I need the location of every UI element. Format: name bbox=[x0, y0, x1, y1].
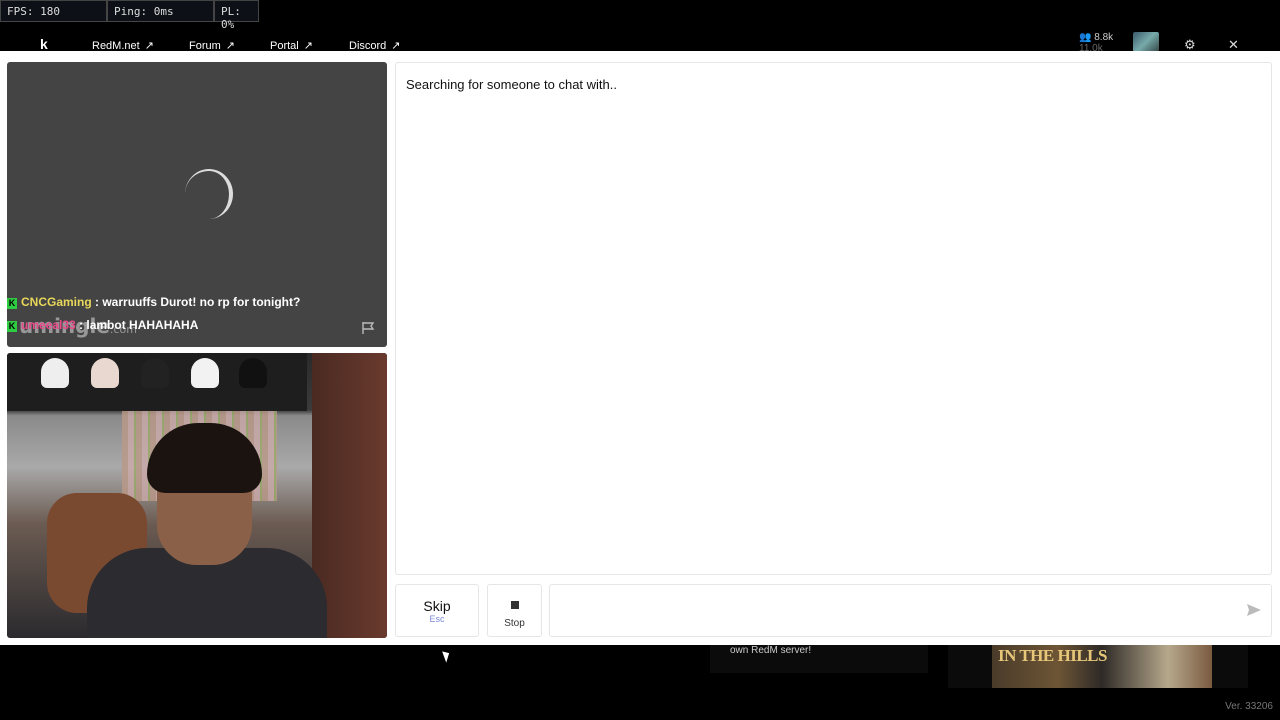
perf-stats-bar: FPS: 180 Ping: 0ms PL: 0% bbox=[0, 0, 259, 31]
users-icon: 👥 bbox=[1079, 32, 1092, 43]
ad-banner[interactable]: IN THE HILLS bbox=[992, 645, 1212, 688]
promo-banner[interactable]: own RedM server! bbox=[710, 645, 928, 673]
mouse-cursor-icon bbox=[442, 649, 452, 663]
avatar[interactable] bbox=[1133, 32, 1159, 52]
version-label: Ver. 33206 bbox=[1225, 701, 1273, 712]
skip-shortcut: Esc bbox=[429, 614, 445, 624]
promo-text: own RedM server! bbox=[730, 645, 812, 656]
chat-app: umingle.com K CNCGaming : warruuffs Durot… bbox=[0, 51, 1280, 645]
chat-overlay-line: Kumeeal33 : lambot HAHAHAHA bbox=[7, 318, 198, 332]
chat-overlay-line: K CNCGaming : warruuffs Durot! no rp for … bbox=[7, 295, 300, 309]
chat-username: CNCGaming bbox=[21, 295, 92, 309]
top-nav: k RedM.net ↗ Forum ↗ Portal ↗ Discord ↗ 👥 8.… bbox=[0, 30, 1280, 54]
chat-username: umeeal33 bbox=[21, 318, 76, 332]
skip-button[interactable]: Skip Esc bbox=[395, 584, 479, 637]
stop-label: Stop bbox=[504, 618, 525, 629]
stranger-video: umingle.com K CNCGaming : warruuffs Durot… bbox=[7, 62, 387, 347]
logo[interactable]: k bbox=[40, 36, 48, 52]
loading-spinner bbox=[185, 169, 233, 219]
chat-status: Searching for someone to chat with.. bbox=[406, 77, 618, 92]
send-icon[interactable] bbox=[1246, 602, 1262, 618]
stop-icon bbox=[510, 601, 519, 609]
message-input[interactable] bbox=[549, 584, 1272, 637]
chat-message: : lambot HAHAHAHA bbox=[79, 318, 199, 332]
flag-icon[interactable] bbox=[361, 321, 375, 335]
ping-readout: Ping: 0ms bbox=[107, 0, 214, 22]
kick-badge-icon: K bbox=[7, 298, 17, 309]
chat-message: : warruuffs Durot! no rp for tonight? bbox=[95, 295, 301, 309]
ad-title: IN THE HILLS bbox=[998, 646, 1107, 665]
chat-log-panel: Searching for someone to chat with.. bbox=[395, 62, 1272, 575]
self-video bbox=[7, 353, 387, 638]
kick-badge-icon: K bbox=[7, 321, 17, 332]
packet-loss-readout: PL: 0% bbox=[214, 0, 259, 31]
stop-button[interactable]: Stop bbox=[487, 584, 542, 637]
skip-label: Skip bbox=[423, 598, 451, 614]
user-count-value: 8.8k bbox=[1094, 32, 1114, 43]
fps-readout: FPS: 180 bbox=[0, 0, 107, 22]
